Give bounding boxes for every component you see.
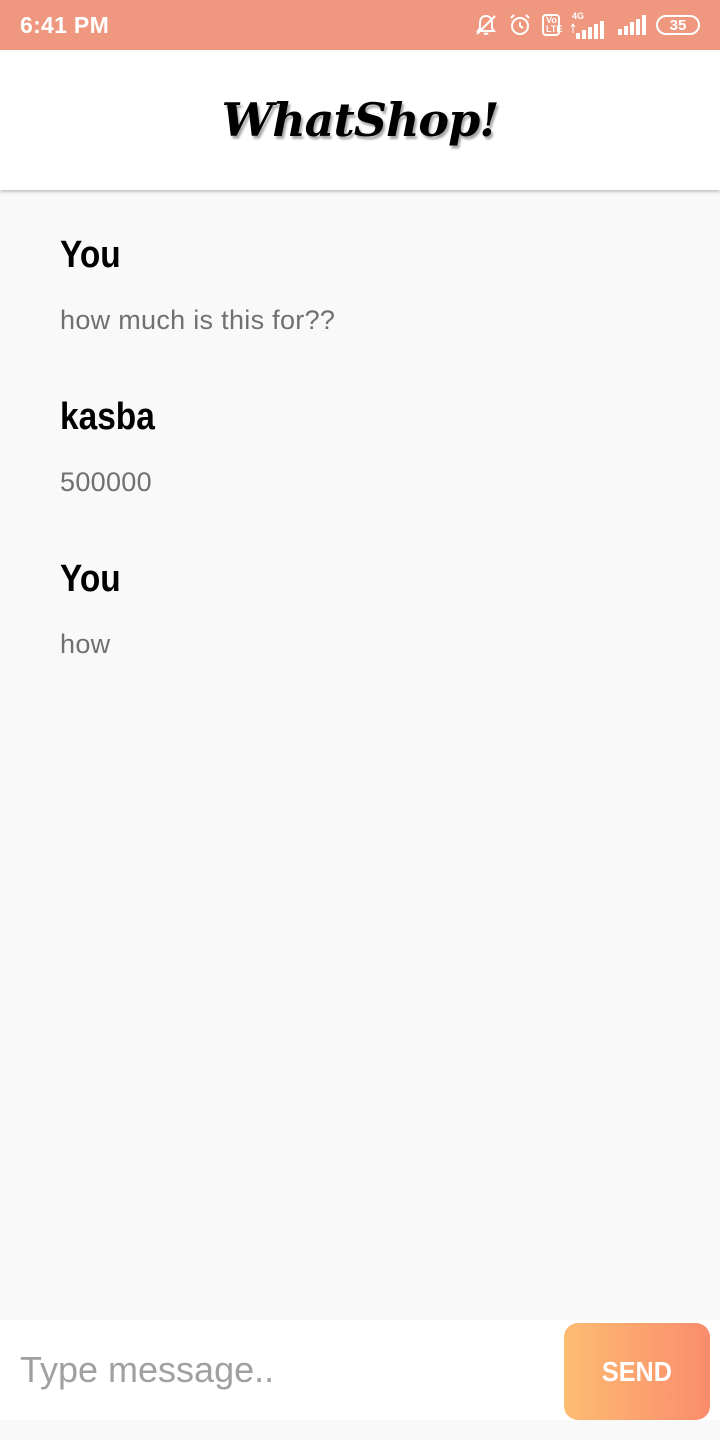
signal-icon [616,15,646,35]
status-icons: Vo LTE 4G 35 [474,10,700,39]
volte-bottom-label: LTE [546,24,563,34]
battery-level: 35 [669,16,687,34]
volte-icon: Vo LTE [542,14,563,36]
mute-icon [474,13,498,37]
message-text: 500000 [60,467,152,497]
status-bar: 6:41 PM Vo LTE 4G 35 [0,0,720,50]
network-label: 4G [572,10,585,21]
alarm-icon [508,13,532,37]
message-input[interactable] [0,1320,560,1420]
battery-icon: 35 [656,15,700,35]
app-header: WhatShop! [0,50,720,190]
send-button-label: SEND [601,1355,673,1387]
message-sender: kasba [60,396,155,438]
message-list: You how much is this for?? kasba 500000 … [60,230,680,716]
message-text: how [60,629,111,659]
message-sender: You [60,234,121,276]
message-item: kasba 500000 [60,392,680,554]
app-title: WhatShop! [221,93,500,147]
message-text: how much is this for?? [60,305,336,335]
signal-4g-icon: 4G [570,10,606,39]
message-item: You how [60,554,680,716]
send-button[interactable]: SEND [564,1323,710,1420]
message-composer: SEND [0,1320,720,1420]
message-sender: You [60,558,121,600]
status-time: 6:41 PM [20,11,110,38]
message-item: You how much is this for?? [60,230,680,392]
